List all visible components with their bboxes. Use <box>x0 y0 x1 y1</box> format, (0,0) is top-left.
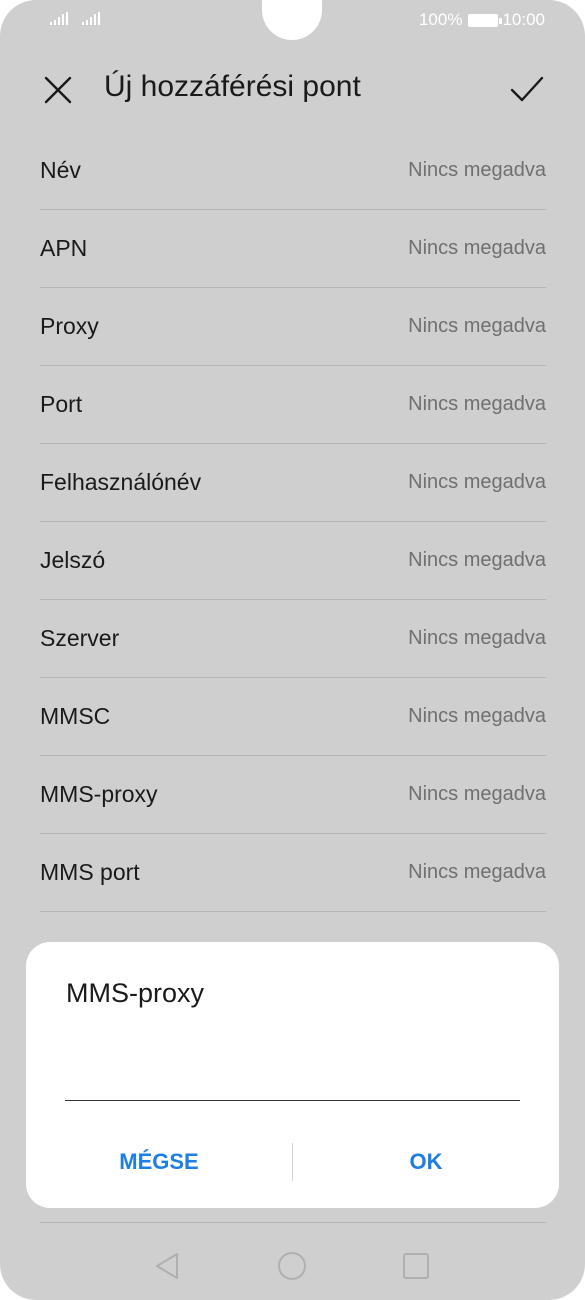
setting-label: Proxy <box>40 313 99 339</box>
setting-row-server[interactable]: Szerver Nincs megadva <box>40 600 546 678</box>
setting-label: APN <box>40 235 88 261</box>
navigation-bar <box>0 1240 585 1296</box>
settings-list: Név Nincs megadva APN Nincs megadva Prox… <box>40 132 546 973</box>
setting-row-password[interactable]: Jelszó Nincs megadva <box>40 522 546 600</box>
setting-label: MMS-proxy <box>40 781 158 807</box>
setting-value: Nincs megadva <box>408 315 546 337</box>
status-right: 100% 10:00 <box>419 10 545 30</box>
setting-row-mms-port[interactable]: MMS port Nincs megadva <box>40 834 546 912</box>
setting-label: Jelszó <box>40 547 106 573</box>
back-icon[interactable] <box>152 1250 184 1282</box>
mms-proxy-dialog: MMS-proxy MÉGSE OK <box>26 942 559 1208</box>
setting-row-mmsc[interactable]: MMSC Nincs megadva <box>40 678 546 756</box>
signal-icon <box>82 11 100 25</box>
setting-label: Port <box>40 391 83 417</box>
cancel-button[interactable]: MÉGSE <box>26 1138 292 1186</box>
setting-row-apn[interactable]: APN Nincs megadva <box>40 210 546 288</box>
recents-icon[interactable] <box>400 1250 432 1282</box>
toolbar: Új hozzáférési pont <box>0 60 585 116</box>
clock: 10:00 <box>502 10 545 29</box>
setting-label: MMSC <box>40 703 111 729</box>
setting-value: Nincs megadva <box>408 237 546 259</box>
setting-row-proxy[interactable]: Proxy Nincs megadva <box>40 288 546 366</box>
dialog-title: MMS-proxy <box>66 978 205 1008</box>
setting-value: Nincs megadva <box>408 159 546 181</box>
setting-label: MMS port <box>40 859 140 885</box>
setting-label: Név <box>40 157 81 183</box>
close-icon[interactable] <box>40 72 76 108</box>
page-title: Új hozzáférési pont <box>104 70 361 103</box>
battery-percent: 100% <box>418 10 463 29</box>
status-bar: 100% 10:00 <box>0 0 585 40</box>
checkmark-icon[interactable] <box>509 72 545 108</box>
setting-value: Nincs megadva <box>408 393 546 415</box>
signal-icon <box>50 11 68 25</box>
ok-button[interactable]: OK <box>293 1138 559 1186</box>
divider <box>40 1222 546 1223</box>
setting-value: Nincs megadva <box>408 705 546 727</box>
setting-row-name[interactable]: Név Nincs megadva <box>40 132 546 210</box>
phone-screen: 100% 10:00 Új hozzáférési pont Név Nincs… <box>0 0 585 1300</box>
battery-icon <box>468 13 503 27</box>
setting-value: Nincs megadva <box>408 549 546 571</box>
setting-value: Nincs megadva <box>408 783 546 805</box>
setting-value: Nincs megadva <box>408 627 546 649</box>
setting-value: Nincs megadva <box>408 861 546 883</box>
mms-proxy-input[interactable] <box>65 1056 520 1101</box>
setting-row-mms-proxy[interactable]: MMS-proxy Nincs megadva <box>40 756 546 834</box>
home-icon[interactable] <box>276 1250 308 1282</box>
setting-label: Felhasználónév <box>40 469 202 495</box>
dialog-buttons: MÉGSE OK <box>26 1138 559 1186</box>
setting-value: Nincs megadva <box>408 471 546 493</box>
setting-label: Szerver <box>40 625 120 651</box>
setting-row-port[interactable]: Port Nincs megadva <box>40 366 546 444</box>
setting-row-username[interactable]: Felhasználónév Nincs megadva <box>40 444 546 522</box>
